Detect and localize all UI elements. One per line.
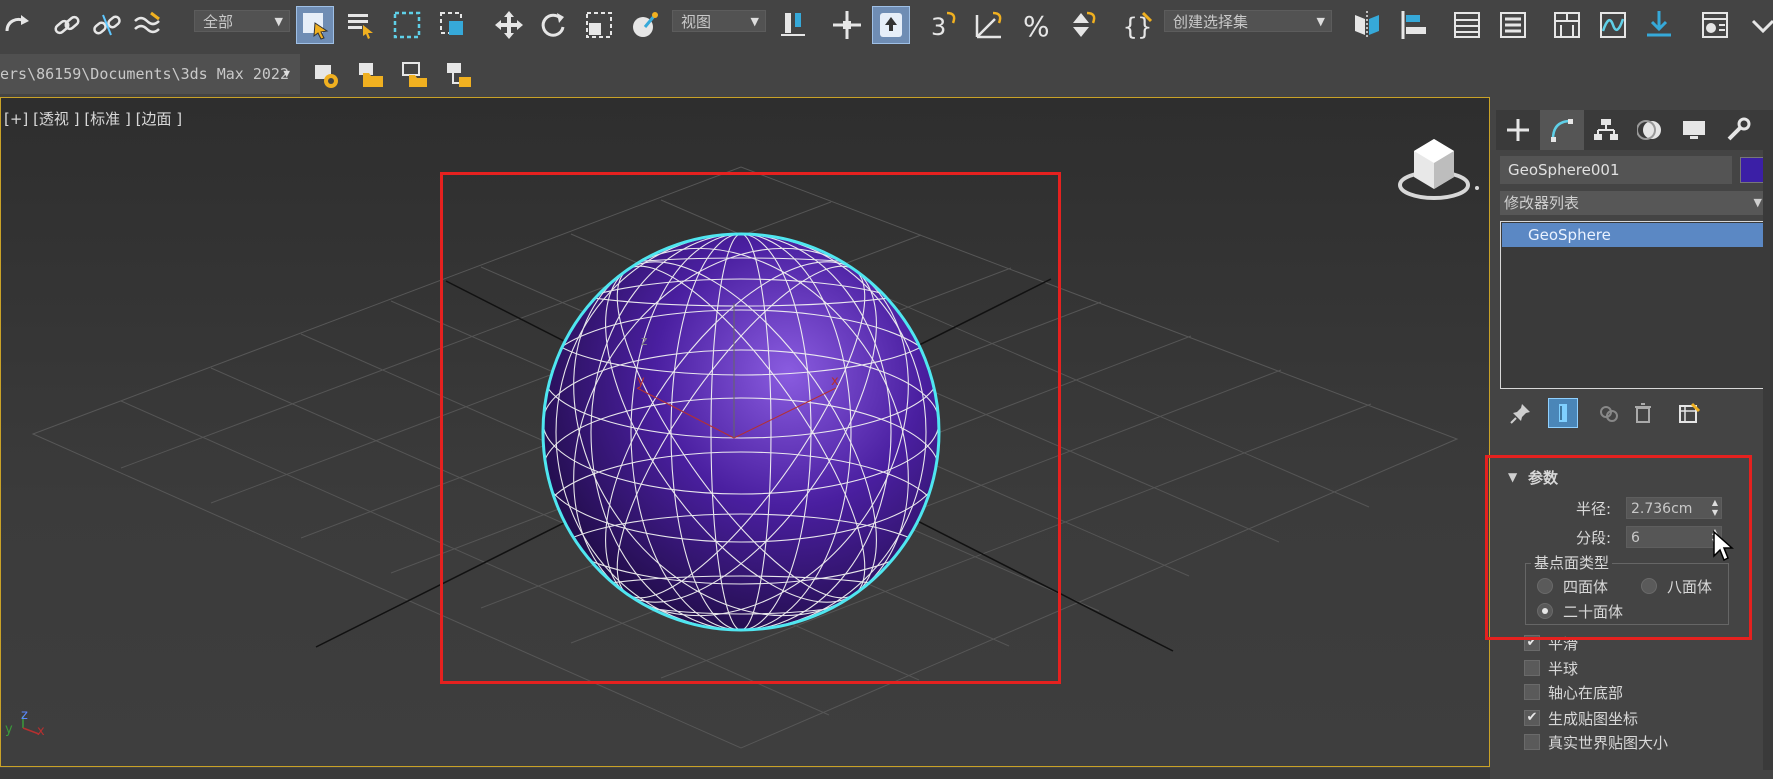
scale-icon[interactable] xyxy=(580,6,618,44)
keyboard-shortcut-override-button[interactable] xyxy=(872,6,910,44)
base-pivot-label: 轴心在底部 xyxy=(1548,684,1624,702)
gen-map-coords-checkbox[interactable]: ✔ xyxy=(1524,710,1540,726)
select-by-name-icon[interactable] xyxy=(342,6,380,44)
select-manipulate-icon[interactable] xyxy=(828,6,866,44)
base-pivot-checkbox[interactable] xyxy=(1524,684,1540,700)
chevron-down-icon: ▼ xyxy=(283,67,290,80)
project-settings-icon[interactable] xyxy=(308,56,346,94)
move-icon[interactable] xyxy=(490,6,528,44)
time-slider-strip xyxy=(0,768,1490,779)
project-path-dropdown[interactable]: ers\86159\Documents\3ds Max 2022 ▼ xyxy=(0,54,300,94)
reference-coord-value: 视图 xyxy=(681,13,712,31)
named-selection-value: 创建选择集 xyxy=(1173,13,1249,31)
real-world-map-label: 真实世界贴图大小 xyxy=(1548,734,1669,752)
real-world-map-checkbox[interactable] xyxy=(1524,734,1540,750)
display-tab-icon[interactable] xyxy=(1672,110,1716,150)
configure-modifier-sets-icon[interactable] xyxy=(1674,398,1704,428)
viewport-display-menu[interactable]: [边面 ] xyxy=(136,110,182,128)
modifier-list-dropdown[interactable]: 修改器列表 ▼ xyxy=(1500,191,1770,215)
modify-tab-icon[interactable] xyxy=(1540,110,1584,150)
set-project-folder-icon[interactable] xyxy=(396,56,434,94)
chevron-down-icon: ▼ xyxy=(274,15,283,28)
world-axis-z-label: z xyxy=(21,708,28,723)
svg-text:%: % xyxy=(1023,10,1050,41)
remove-modifier-icon[interactable] xyxy=(1628,398,1658,428)
viewport-shading-menu[interactable]: [标准 ] xyxy=(84,110,130,128)
redo-icon[interactable] xyxy=(0,6,38,44)
create-tab-icon[interactable] xyxy=(1496,110,1540,150)
mouse-cursor-icon xyxy=(1713,530,1734,562)
pin-stack-icon[interactable] xyxy=(1506,398,1536,428)
percent-snap-icon[interactable]: % xyxy=(1018,6,1056,44)
project-hierarchy-icon[interactable] xyxy=(440,56,478,94)
main-toolbar: 全部 ▼ 视图 ▼ 3 % {} 创建选择集 ▼ xyxy=(0,0,1773,50)
mirror-icon[interactable] xyxy=(1348,6,1386,44)
chevron-down-icon: ▼ xyxy=(1316,15,1325,28)
hemisphere-label: 半球 xyxy=(1548,660,1579,678)
command-panel-tabs xyxy=(1496,110,1773,150)
svg-text:3: 3 xyxy=(931,13,946,41)
object-name-field[interactable]: GeoSphere001 xyxy=(1500,156,1732,184)
command-panel-scrollbar[interactable] xyxy=(1763,110,1773,770)
viewcube-icon xyxy=(1398,139,1479,200)
align-icon[interactable] xyxy=(1394,6,1432,44)
gen-map-coords-label: 生成贴图坐标 xyxy=(1548,710,1639,728)
highlight-viewport-box xyxy=(440,172,1061,684)
select-object-button[interactable] xyxy=(296,6,334,44)
hierarchy-tab-icon[interactable] xyxy=(1584,110,1628,150)
world-axis-y-label: y xyxy=(5,722,13,737)
window-crossing-icon[interactable] xyxy=(434,6,472,44)
chevron-down-icon: ▼ xyxy=(750,15,759,28)
rotate-icon[interactable] xyxy=(534,6,572,44)
scene-explorer-icon[interactable] xyxy=(1448,6,1486,44)
pivot-center-icon[interactable] xyxy=(774,6,812,44)
make-unique-icon[interactable] xyxy=(1594,398,1624,428)
selection-filter-dropdown[interactable]: 全部 ▼ xyxy=(194,10,290,32)
open-project-folder-icon[interactable] xyxy=(352,56,390,94)
angle-snap-icon[interactable] xyxy=(970,6,1008,44)
motion-tab-icon[interactable] xyxy=(1628,110,1672,150)
more-tools-chevron-icon[interactable] xyxy=(1744,6,1773,44)
reference-coord-dropdown[interactable]: 视图 ▼ xyxy=(672,10,766,32)
snaps-toggle-icon[interactable]: 3 xyxy=(926,6,964,44)
viewport-plus-menu[interactable]: [+] xyxy=(4,110,28,128)
world-axis-x-label: x xyxy=(37,724,45,739)
project-path-value: ers\86159\Documents\3ds Max 2022 xyxy=(0,65,289,83)
edit-named-selection-icon[interactable]: {} xyxy=(1118,6,1156,44)
named-selection-dropdown[interactable]: 创建选择集 ▼ xyxy=(1164,10,1332,32)
place-icon[interactable] xyxy=(626,6,664,44)
layer-explorer-icon[interactable] xyxy=(1494,6,1532,44)
curve-editor-icon[interactable] xyxy=(1594,6,1632,44)
viewport-label-menu[interactable]: [+] [透视 ] [标准 ] [边面 ] xyxy=(4,108,182,129)
stack-item-geosphere[interactable]: GeoSphere xyxy=(1502,223,1773,247)
material-editor-icon[interactable] xyxy=(1696,6,1734,44)
unlink-icon[interactable] xyxy=(88,6,126,44)
selection-filter-value: 全部 xyxy=(203,13,234,31)
ribbon-icon[interactable] xyxy=(1548,6,1586,44)
link-icon[interactable] xyxy=(48,6,86,44)
spinner-snap-icon[interactable] xyxy=(1064,6,1102,44)
modifier-list-label: 修改器列表 xyxy=(1504,194,1580,212)
hemisphere-checkbox[interactable] xyxy=(1524,660,1540,676)
show-end-result-button[interactable] xyxy=(1548,398,1578,428)
viewport-pov-menu[interactable]: [透视 ] xyxy=(33,110,79,128)
schematic-view-icon[interactable] xyxy=(1640,6,1678,44)
bind-space-warp-icon[interactable] xyxy=(128,6,166,44)
rectangular-selection-icon[interactable] xyxy=(388,6,426,44)
chevron-down-icon: ▼ xyxy=(1753,196,1762,209)
utilities-tab-icon[interactable] xyxy=(1716,110,1760,150)
